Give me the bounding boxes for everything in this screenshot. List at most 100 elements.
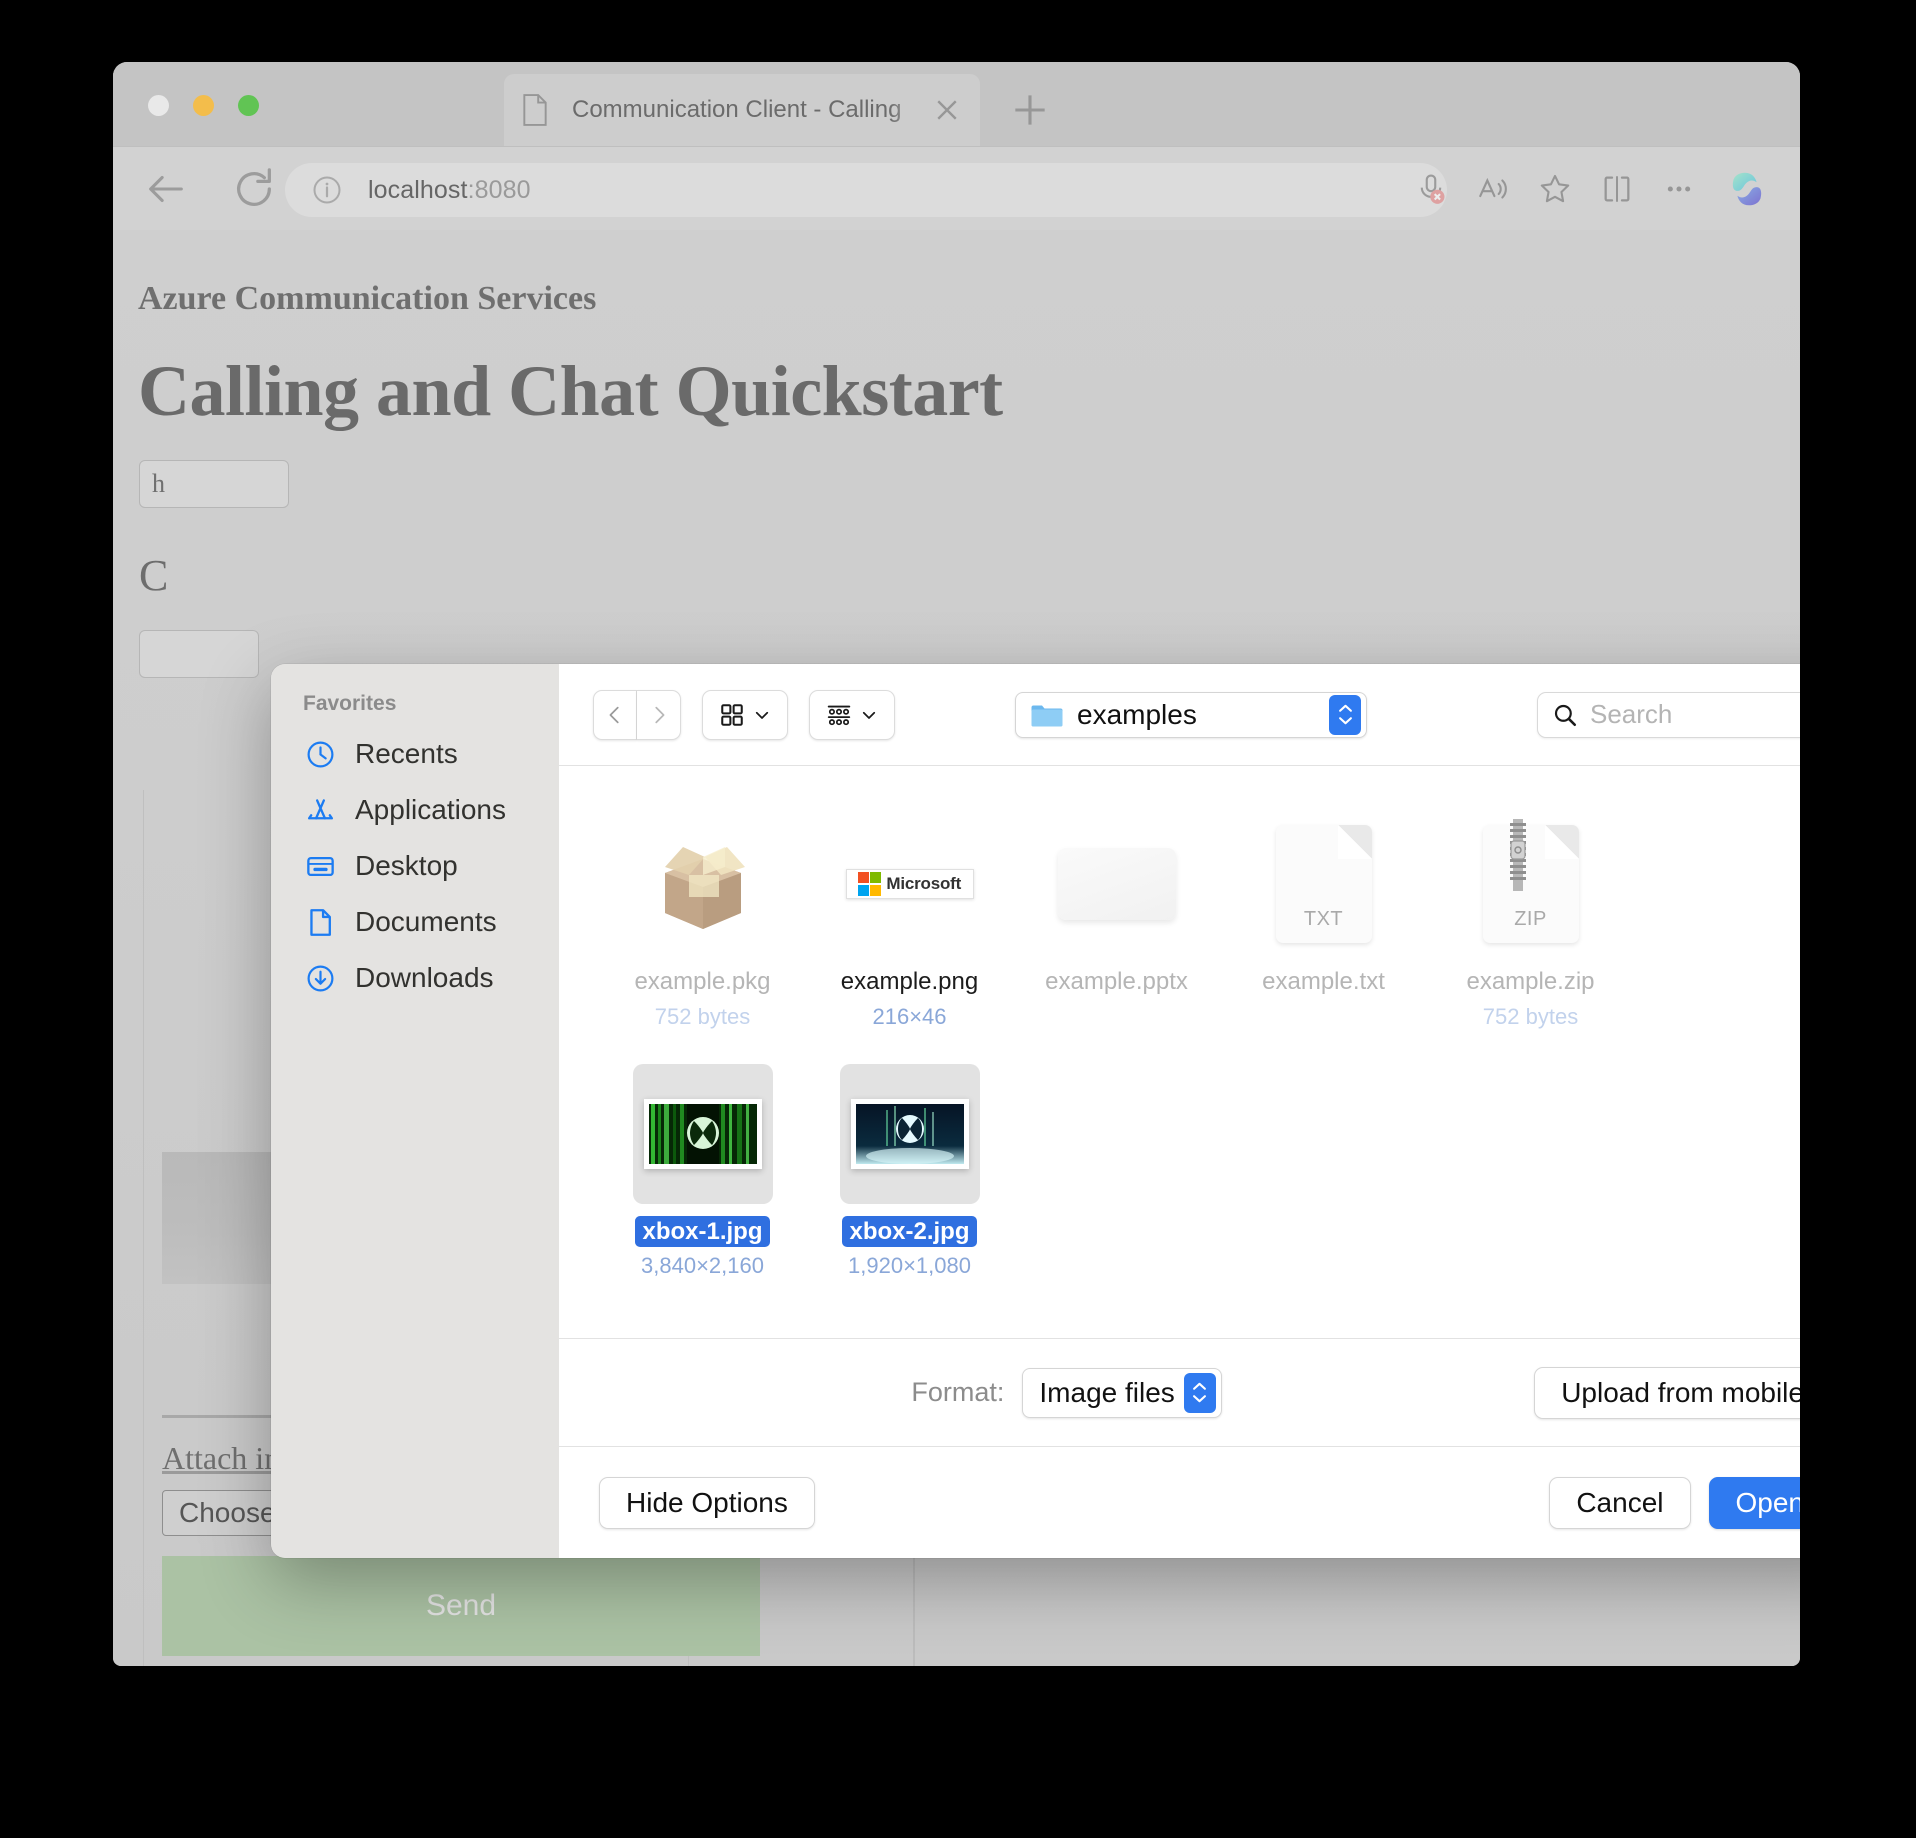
browser-window: Communication Client - Calling localhost… [113,62,1800,1666]
package-icon [664,847,745,929]
dialog-format-bar: Format: Image files Upload from mobile [559,1338,1800,1446]
file-name: example.pkg [634,968,771,995]
desktop-icon [305,851,336,882]
page-content: Azure Communication Services Calling and… [113,230,1800,1666]
file-thumbnail [633,814,773,954]
sidebar-item-label: Documents [355,906,497,937]
close-icon[interactable] [932,95,962,125]
grid-view-icon[interactable] [702,689,788,740]
sidebar-item-documents[interactable]: Documents [271,894,559,950]
file-size: 216×46 [872,1003,947,1029]
image-preview [643,1098,762,1169]
file-item[interactable]: TXT example.txt [1220,814,1427,1030]
background-input-second[interactable] [139,630,259,678]
window-maximize-button[interactable] [238,95,259,116]
file-size: 1,920×1,080 [848,1253,971,1279]
browser-tab-title: Communication Client - Calling [572,96,902,123]
search-placeholder: Search [1590,699,1673,729]
file-item[interactable]: ZIP example.zip 752 bytes [1427,814,1634,1030]
split-screen-icon[interactable] [1586,158,1648,220]
format-value: Image files [1039,1376,1175,1408]
more-options-icon[interactable] [1648,158,1710,220]
address-bar[interactable]: localhost:8080 [285,163,1447,217]
file-open-dialog: Favorites Recents Applications Desktop D… [271,664,1800,1558]
reload-icon[interactable] [231,166,277,212]
download-circle-icon [305,963,336,994]
url-host: localhost [368,175,468,204]
open-button[interactable]: Open [1708,1476,1800,1529]
image-preview [850,1098,969,1169]
back-arrow-icon[interactable] [143,166,189,212]
microsoft-logo-thumbnail: Microsoft [845,869,974,899]
sidebar-item-desktop[interactable]: Desktop [271,838,559,894]
sidebar-item-label: Downloads [355,962,494,993]
sidebar-item-downloads[interactable]: Downloads [271,950,559,1006]
file-size: 3,840×2,160 [641,1253,764,1279]
file-item[interactable]: xbox-1.jpg 3,840×2,160 [599,1063,806,1280]
path-dropdown[interactable]: examples [1015,691,1367,738]
file-name: xbox-2.jpg [842,1215,977,1248]
sidebar-item-label: Recents [355,738,458,769]
file-extension-label: ZIP [1514,908,1547,930]
format-select-stepper[interactable] [1183,1372,1216,1413]
clock-icon [305,739,336,770]
new-tab-button[interactable] [1008,88,1052,132]
path-dropdown-stepper[interactable] [1329,694,1361,735]
sidebar-item-applications[interactable]: Applications [271,782,559,838]
file-size: 752 bytes [1482,1003,1579,1029]
browser-tab[interactable]: Communication Client - Calling [504,74,980,146]
toolbar-right-icons [1400,147,1778,231]
page-brand: Azure Communication Services [138,280,597,317]
document-icon [523,94,547,126]
window-close-button[interactable] [148,95,169,116]
dialog-back-button[interactable] [593,689,637,740]
chevron-down-icon [755,711,769,719]
file-thumbnail [1047,814,1187,954]
presentation-icon [1057,848,1176,920]
format-select[interactable]: Image files [1022,1367,1222,1418]
microphone-muted-icon[interactable] [1400,158,1462,220]
sidebar-item-recents[interactable]: Recents [271,726,559,782]
hide-options-button[interactable]: Hide Options [599,1476,815,1529]
file-thumbnail: TXT [1254,814,1394,954]
file-item[interactable]: Microsoft example.png 216×46 [806,814,1013,1030]
file-item[interactable]: example.pkg 752 bytes [599,814,806,1030]
file-name: example.pptx [1045,968,1188,995]
upload-from-mobile-button[interactable]: Upload from mobile [1534,1366,1800,1419]
file-thumbnail [839,1063,980,1204]
file-item[interactable]: example.pptx [1013,814,1220,1030]
file-grid: example.pkg 752 bytes Microsoft example.… [559,766,1800,1338]
microsoft-logo-icon [857,872,882,896]
sidebar-section-title: Favorites [303,692,397,715]
text-file-icon: TXT [1275,825,1372,943]
dialog-action-bar: Hide Options Cancel Open [559,1446,1800,1558]
background-subheading: C [139,551,169,600]
dialog-toolbar: examples Search [559,664,1800,766]
read-aloud-icon[interactable] [1462,158,1524,220]
dialog-forward-button[interactable] [637,689,681,740]
chevron-down-icon [862,711,876,719]
zip-file-icon: ZIP [1482,819,1579,943]
search-input[interactable]: Search [1537,691,1800,738]
group-view-icon[interactable] [809,689,895,740]
sidebar-item-label: Applications [355,794,506,825]
send-button[interactable]: Send [162,1556,760,1656]
folder-icon [1031,705,1063,726]
file-name: xbox-1.jpg [635,1215,770,1248]
window-minimize-button[interactable] [193,95,214,116]
browser-toolbar: localhost:8080 [113,146,1800,230]
document-icon [305,907,336,938]
file-thumbnail: ZIP [1461,814,1601,954]
favorites-star-icon[interactable] [1524,158,1586,220]
cancel-button[interactable]: Cancel [1549,1476,1691,1529]
copilot-icon[interactable] [1716,158,1778,220]
file-item[interactable]: xbox-2.jpg 1,920×1,080 [806,1063,1013,1280]
page-title: Calling and Chat Quickstart [138,351,1003,431]
url-port: :8080 [467,175,531,204]
window-traffic-lights [148,95,259,116]
background-input-top[interactable]: h [139,460,289,508]
path-label: examples [1077,698,1197,730]
tab-strip: Communication Client - Calling [113,62,1800,146]
format-label: Format: [911,1377,1005,1407]
info-circle-icon[interactable] [312,175,342,205]
